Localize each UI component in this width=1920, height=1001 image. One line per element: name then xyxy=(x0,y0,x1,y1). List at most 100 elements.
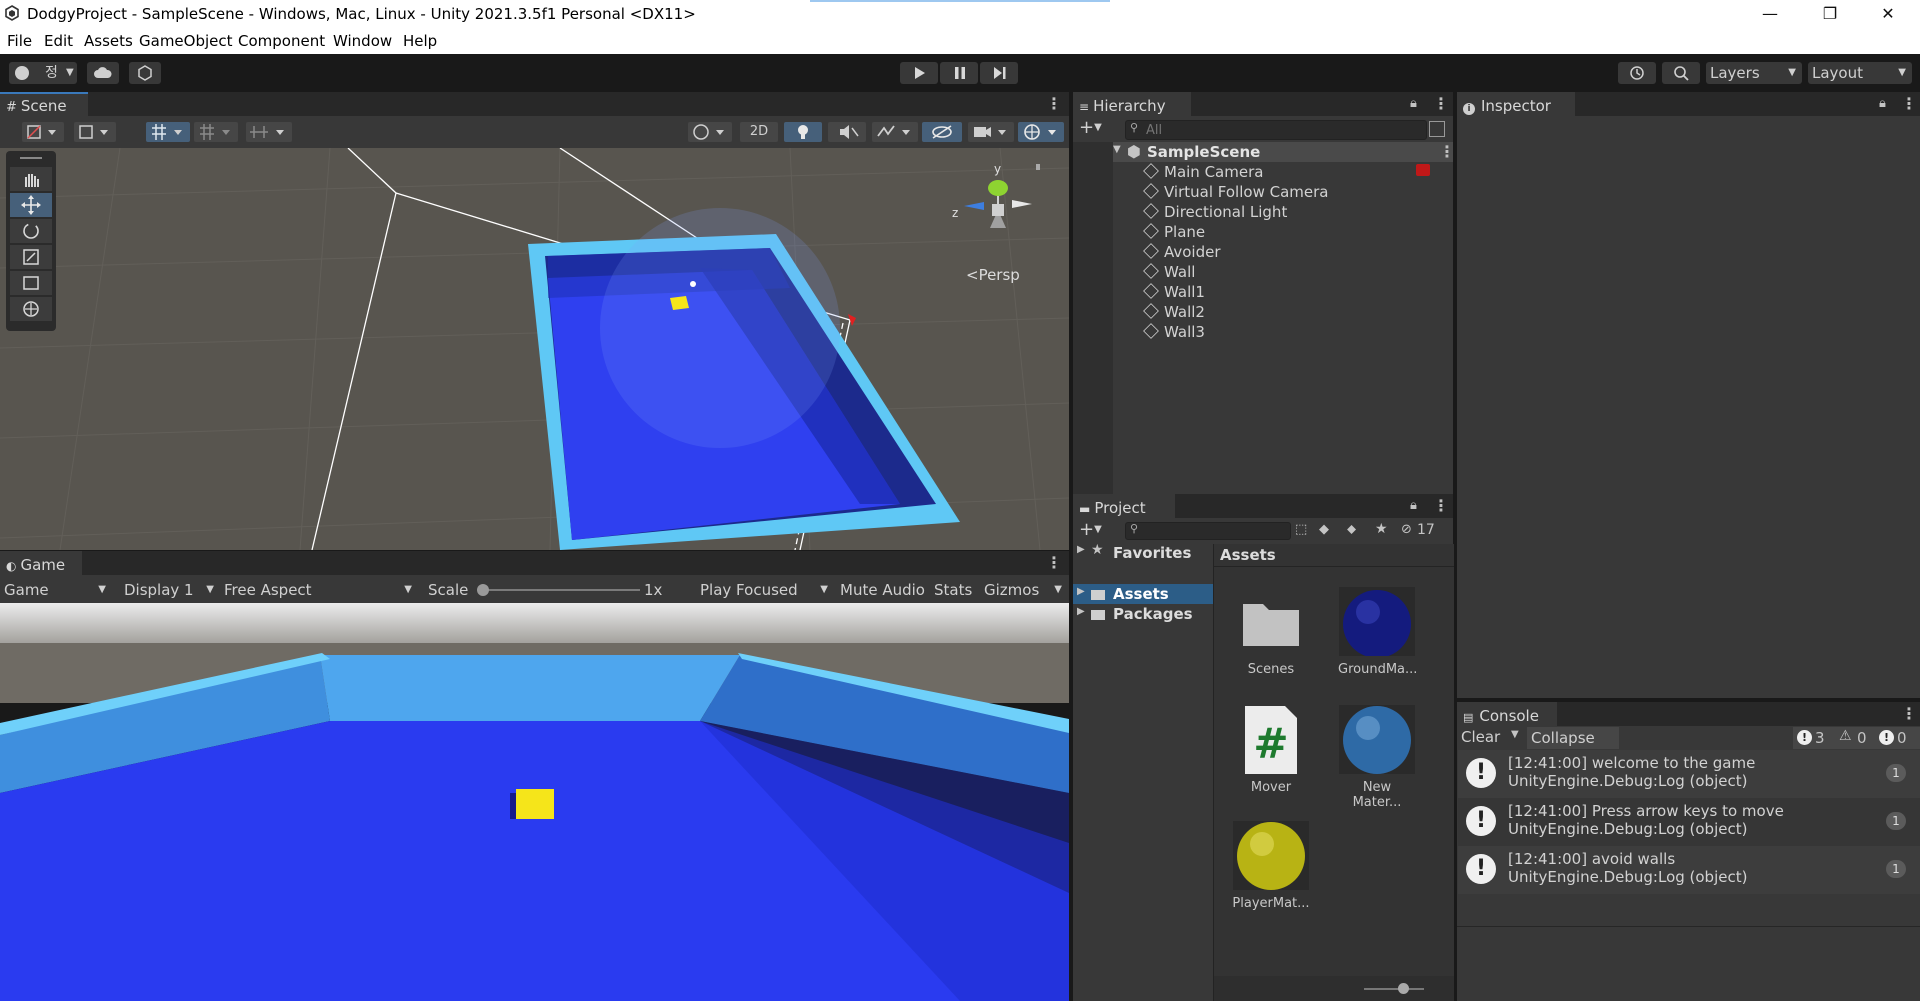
hierarchy-item[interactable]: Avoider xyxy=(1143,242,1221,262)
log-entry[interactable]: ! [12:41:00] avoid walls UnityEngine.Deb… xyxy=(1458,846,1920,894)
hierarchy-item[interactable]: Virtual Follow Camera xyxy=(1143,182,1328,202)
tab-console[interactable]: ▤ Console xyxy=(1457,702,1557,726)
asset-item[interactable]: # Mover xyxy=(1232,704,1310,795)
more-options-icon[interactable]: ⋮ xyxy=(1433,498,1449,514)
scene-root-row[interactable]: ▼ ⬢ SampleScene ⋮ xyxy=(1113,142,1455,162)
display-select[interactable]: Display 1 ▼ xyxy=(124,579,218,601)
menu-help[interactable]: Help xyxy=(403,32,437,50)
asset-item[interactable]: GroundMa... xyxy=(1338,586,1417,677)
align-button[interactable] xyxy=(246,122,292,142)
lighting-button[interactable] xyxy=(784,122,822,142)
filter-type-icon[interactable]: ◆ xyxy=(1319,522,1329,537)
layers-dropdown[interactable]: Layers ▼ xyxy=(1706,62,1802,84)
expand-arrow-icon[interactable]: ▶ xyxy=(1077,586,1085,597)
tab-scene[interactable]: # Scene xyxy=(0,92,88,116)
scene-visibility-button[interactable] xyxy=(922,122,962,142)
gizmos-button[interactable] xyxy=(1018,122,1064,142)
game-viewport[interactable] xyxy=(0,603,1069,1001)
asset-item[interactable]: New Mater... xyxy=(1338,704,1416,810)
create-button[interactable]: +▼ xyxy=(1079,119,1111,139)
orientation-button[interactable] xyxy=(688,122,732,142)
console-details-divider[interactable] xyxy=(1457,926,1920,927)
step-button[interactable] xyxy=(980,62,1018,84)
undo-history-button[interactable] xyxy=(1618,62,1656,84)
lock-icon[interactable]: 🔒︎ xyxy=(1410,498,1417,513)
info-filter-icon[interactable]: ! xyxy=(1797,730,1812,745)
hierarchy-item[interactable]: Directional Light xyxy=(1143,202,1287,222)
grid-snap-button[interactable] xyxy=(146,122,190,142)
projection-label[interactable]: <Persp xyxy=(966,266,1020,284)
increment-snap-button[interactable] xyxy=(194,122,238,142)
mute-audio-toggle[interactable]: Mute Audio xyxy=(840,579,925,601)
gizmos-toggle[interactable]: Gizmos ▼ xyxy=(984,579,1064,601)
expand-arrow-icon[interactable]: ▶ xyxy=(1077,606,1085,617)
tree-item-packages[interactable]: ▶ Packages xyxy=(1073,604,1213,624)
clear-button[interactable]: Clear xyxy=(1461,728,1500,746)
search-by-type-icon[interactable]: ⬚ xyxy=(1295,522,1307,537)
layout-dropdown[interactable]: Layout ▼ xyxy=(1808,62,1912,84)
rect-tool-button[interactable] xyxy=(10,271,52,295)
camera-settings-button[interactable] xyxy=(968,122,1014,142)
favorites-label[interactable]: Favorites xyxy=(1113,544,1191,562)
hand-tool-button[interactable] xyxy=(10,167,52,191)
icon-size-slider-thumb[interactable] xyxy=(1398,983,1409,994)
stats-toggle[interactable]: Stats xyxy=(934,579,972,601)
menu-window[interactable]: Window xyxy=(333,32,392,50)
menu-edit[interactable]: Edit xyxy=(44,32,73,50)
favorite-star-icon[interactable]: ★ xyxy=(1375,521,1388,537)
tab-hierarchy[interactable]: ≡ Hierarchy xyxy=(1073,92,1191,116)
game-view-select[interactable]: Game ▼ xyxy=(4,579,110,601)
collab-button[interactable] xyxy=(129,62,161,84)
tab-game[interactable]: ◐ Game xyxy=(0,551,82,575)
expand-arrow-icon[interactable]: ▶ xyxy=(1077,544,1085,555)
expand-arrow-icon[interactable]: ▼ xyxy=(1113,144,1121,155)
hierarchy-search-input[interactable] xyxy=(1144,121,1408,139)
create-button[interactable]: +▼ xyxy=(1079,521,1111,541)
warning-count[interactable]: 0 xyxy=(1857,729,1867,747)
scale-tool-button[interactable] xyxy=(10,245,52,269)
palette-handle[interactable] xyxy=(20,157,42,159)
log-entry[interactable]: ! [12:41:00] welcome to the game UnityEn… xyxy=(1458,750,1920,798)
log-entry[interactable]: ! [12:41:00] Press arrow keys to move Un… xyxy=(1458,798,1920,846)
hierarchy-item[interactable]: Wall3 xyxy=(1143,322,1205,342)
more-options-icon[interactable]: ⋮ xyxy=(1046,555,1062,571)
icon-size-slider-track[interactable] xyxy=(1364,988,1424,990)
more-options-icon[interactable]: ⋮ xyxy=(1433,96,1449,112)
menu-file[interactable]: File xyxy=(7,32,32,50)
hidden-packages-icon[interactable]: ⊘ xyxy=(1401,522,1412,537)
tree-item-assets[interactable]: ▶ Assets xyxy=(1073,584,1213,604)
play-mode-select[interactable]: Play Focused ▼ xyxy=(700,579,832,601)
scale-slider-track[interactable] xyxy=(482,589,640,591)
close-button[interactable]: ✕ xyxy=(1868,2,1908,26)
error-count[interactable]: 0 xyxy=(1897,729,1907,747)
asset-item[interactable]: PlayerMat... xyxy=(1232,820,1310,911)
more-options-icon[interactable]: ⋮ xyxy=(1901,706,1917,722)
transform-tool-button[interactable] xyxy=(10,297,52,321)
hierarchy-item[interactable]: Wall2 xyxy=(1143,302,1205,322)
more-options-icon[interactable]: ⋮ xyxy=(1046,96,1062,112)
move-tool-button[interactable] xyxy=(10,193,52,217)
effects-button[interactable] xyxy=(872,122,918,142)
hierarchy-item[interactable]: Main Camera xyxy=(1143,162,1263,182)
more-options-icon[interactable]: ⋮ xyxy=(1901,96,1917,112)
scale-slider-thumb[interactable] xyxy=(477,584,489,596)
lock-icon[interactable]: 🔒︎ xyxy=(1879,96,1886,111)
pause-button[interactable] xyxy=(940,62,978,84)
shading-button[interactable] xyxy=(74,122,116,142)
rotate-tool-button[interactable] xyxy=(10,219,52,243)
lock-icon[interactable]: 🔒︎ xyxy=(1410,96,1417,111)
account-button[interactable]: 정 ▼ xyxy=(9,62,77,84)
error-filter-icon[interactable]: ! xyxy=(1879,730,1894,745)
minimize-button[interactable]: — xyxy=(1750,2,1790,26)
hierarchy-item[interactable]: Plane xyxy=(1143,222,1205,242)
scene-viewport[interactable]: y z <Persp xyxy=(0,148,1069,550)
collapse-button[interactable]: Collapse xyxy=(1527,727,1619,749)
restore-button[interactable]: ❐ xyxy=(1810,2,1850,26)
menu-gameobject[interactable]: GameObject xyxy=(139,32,233,50)
hierarchy-search-box[interactable]: ⚲ xyxy=(1125,120,1427,140)
tab-inspector[interactable]: i Inspector xyxy=(1457,92,1575,116)
chevron-down-icon[interactable]: ▼ xyxy=(1511,729,1519,740)
play-button[interactable] xyxy=(900,62,938,84)
scene-visibility-icon[interactable] xyxy=(1429,121,1445,137)
info-count[interactable]: 3 xyxy=(1815,729,1825,747)
